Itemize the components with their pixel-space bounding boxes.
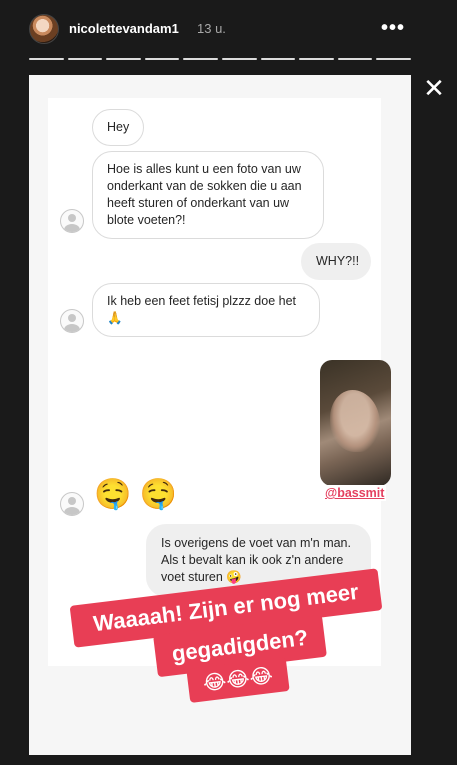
message-bubble: Hoe is alles kunt u een foto van uw onde… — [92, 151, 324, 239]
close-icon[interactable]: ✕ — [419, 73, 449, 103]
post-time: 13 u. — [197, 21, 226, 36]
shared-photo — [320, 360, 391, 486]
sender-avatar — [60, 492, 84, 516]
progress-segment — [144, 58, 180, 60]
message-bubble: Ik heb een feet fetisj plzzz doe het 🙏 — [92, 283, 320, 337]
profile-avatar[interactable] — [29, 14, 59, 44]
progress-segment — [106, 58, 141, 60]
story-frame[interactable]: Hey Hoe is alles kunt u een foto van uw … — [29, 75, 411, 755]
message-bubble: WHY?!! — [301, 243, 371, 280]
progress-segment — [376, 58, 411, 60]
sender-avatar — [60, 209, 84, 233]
progress-segment — [221, 58, 257, 60]
sender-avatar — [60, 309, 84, 333]
story-progress-bar — [29, 58, 411, 61]
drooling-emoji: 🤤 🤤 — [94, 478, 178, 511]
progress-segment — [337, 58, 373, 60]
progress-segment — [260, 58, 296, 60]
mention-sticker[interactable]: @bassmit — [323, 485, 387, 501]
progress-segment — [183, 58, 218, 60]
more-options-icon[interactable]: ••• — [381, 17, 405, 40]
progress-segment — [67, 58, 103, 60]
message-bubble: Hey — [92, 109, 144, 146]
story-header: nicolettevandam1 13 u. ••• — [29, 14, 411, 44]
username[interactable]: nicolettevandam1 — [69, 21, 179, 36]
progress-segment — [299, 58, 334, 60]
progress-segment — [29, 58, 64, 60]
